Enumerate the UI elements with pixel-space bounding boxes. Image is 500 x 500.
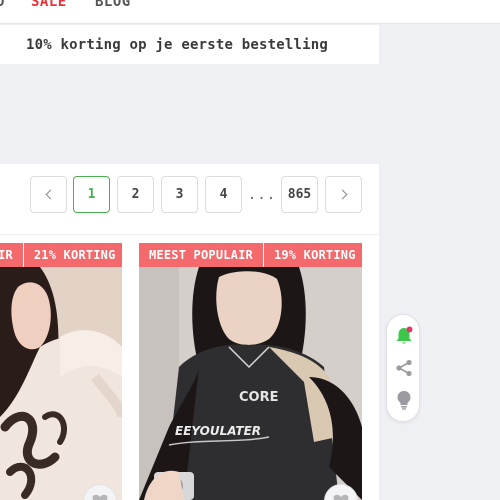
- popular-badge: MEEST POPULAIR: [139, 243, 263, 267]
- page-button-last[interactable]: 865: [281, 176, 318, 213]
- product-photo-illustration: [0, 267, 122, 500]
- notifications-button[interactable]: [393, 325, 415, 347]
- page-button-2[interactable]: 2: [117, 176, 154, 213]
- discount-badge: 19% KORTING: [262, 243, 362, 267]
- product-photo-illustration: CORE EEYOULATER: [139, 267, 362, 500]
- lightbulb-icon: [397, 391, 411, 410]
- product-badges: MEEST POPULAIR 19% KORTING: [139, 243, 362, 267]
- product-listing: 1 2 3 4 ... 865 IR 21% KORTING MEEST POP…: [0, 164, 379, 500]
- floating-toolbar: [386, 314, 420, 422]
- pagination: 1 2 3 4 ... 865: [0, 176, 379, 214]
- product-image[interactable]: [0, 267, 122, 500]
- notification-dot: [406, 326, 413, 333]
- bell-icon: [396, 326, 413, 344]
- share-icon: [396, 359, 412, 377]
- page-button-4[interactable]: 4: [205, 176, 242, 213]
- promo-text: 10% korting op je eerste bestelling: [26, 36, 329, 53]
- heart-icon: [333, 494, 349, 500]
- discount-badge: 21% KORTING: [22, 243, 122, 267]
- product-badges: IR 21% KORTING: [0, 243, 122, 267]
- nav-item-sale[interactable]: SALE: [31, 0, 67, 10]
- next-page-button[interactable]: [325, 176, 362, 213]
- chevron-left-icon: [45, 189, 55, 200]
- tips-button[interactable]: [393, 389, 415, 411]
- popular-badge: IR: [0, 243, 23, 267]
- print-text-core: CORE: [239, 390, 278, 405]
- product-image[interactable]: CORE EEYOULATER: [139, 267, 362, 500]
- page-button-3[interactable]: 3: [161, 176, 198, 213]
- nav-item-blog[interactable]: BLOG: [95, 0, 131, 10]
- promo-bar: 10% korting op je eerste bestelling: [0, 25, 379, 64]
- product-card[interactable]: IR 21% KORTING: [0, 243, 122, 500]
- divider: [0, 234, 379, 235]
- nav-item-partial[interactable]: O: [0, 0, 5, 10]
- prev-page-button[interactable]: [30, 176, 67, 213]
- pagination-ellipsis: ...: [247, 186, 277, 203]
- print-text-eeyoulater: EEYOULATER: [175, 424, 261, 438]
- top-navigation: O SALE BLOG: [0, 0, 500, 24]
- chevron-right-icon: [337, 189, 347, 200]
- page-button-1[interactable]: 1: [73, 176, 110, 213]
- share-button[interactable]: [393, 357, 415, 379]
- product-card[interactable]: MEEST POPULAIR 19% KORTING CORE EEYOULAT…: [139, 243, 362, 500]
- heart-icon: [92, 494, 108, 500]
